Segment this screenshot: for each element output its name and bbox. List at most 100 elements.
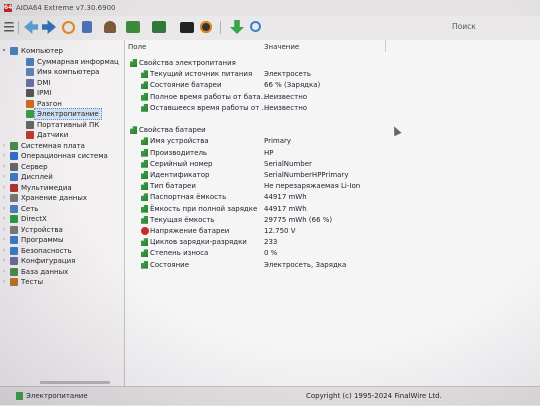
field-label: Текущий источник питания <box>150 70 253 79</box>
search-icon[interactable] <box>250 21 261 32</box>
motherboard2-icon[interactable] <box>152 21 166 33</box>
network-icon <box>10 204 18 213</box>
tree-item-directx[interactable]: › DirectX <box>0 214 124 224</box>
toolbar-separator <box>18 21 19 34</box>
property-row[interactable]: Тип батареи Не перезаряжаемая Li-Ion <box>125 181 540 191</box>
expand-arrow-icon[interactable]: › <box>0 246 8 256</box>
horizontal-scrollbar[interactable] <box>40 381 110 384</box>
benchmark-icon[interactable] <box>200 21 212 33</box>
battery-icon <box>141 103 148 112</box>
download-icon[interactable] <box>230 20 244 34</box>
battery-icon <box>130 126 137 135</box>
tree-item-motherboard[interactable]: › Системная плата <box>0 141 124 151</box>
expand-arrow-icon[interactable]: › <box>0 256 8 266</box>
expand-arrow-icon[interactable]: › <box>0 183 8 193</box>
tree-item-label: Устройства <box>21 225 63 234</box>
tree-item-multimedia[interactable]: › Мультимедиа <box>0 183 124 193</box>
tree-item-ipmi[interactable]: IPMI <box>0 88 124 98</box>
expand-arrow-icon[interactable]: › <box>0 193 8 203</box>
battery-icon <box>130 59 137 67</box>
search-input[interactable]: Поиск <box>452 22 536 34</box>
tree-item-computer[interactable]: ▾ Компьютер <box>0 46 124 56</box>
expand-arrow-icon[interactable]: › <box>0 225 8 235</box>
collapse-arrow-icon[interactable]: ▾ <box>0 46 8 56</box>
tree-item-dmi[interactable]: DMI <box>0 78 124 88</box>
property-row[interactable]: Производитель HP <box>125 148 540 158</box>
tree-item-storage[interactable]: › Хранение данных <box>0 193 124 203</box>
expand-arrow-icon[interactable]: › <box>0 172 8 182</box>
warning-icon <box>141 227 149 235</box>
section-header[interactable]: Свойства батареи <box>125 125 540 135</box>
tree-item-devices[interactable]: › Устройства <box>0 225 124 235</box>
field-label: Паспортная ёмкость <box>150 193 227 202</box>
tree-item-label: Датчики <box>37 131 69 139</box>
property-row[interactable]: Серийный номер SerialNumber <box>125 159 540 169</box>
property-row[interactable]: Имя устройства Primary <box>125 136 540 146</box>
tree-item-security[interactable]: › Безопасность <box>0 246 124 256</box>
server-icon <box>10 162 18 171</box>
tree-item-database[interactable]: › База данных <box>0 267 124 277</box>
expand-arrow-icon[interactable]: › <box>0 235 8 245</box>
property-row[interactable]: Полное время работы от бата... Неизвестно <box>125 92 540 102</box>
osd-icon[interactable] <box>180 22 194 33</box>
property-row[interactable]: Ёмкость при полной зарядке 44917 mWh <box>125 204 540 214</box>
tree-item-overclock[interactable]: Разгон <box>0 99 124 109</box>
property-row[interactable]: Напряжение батареи 12.750 V <box>125 226 540 236</box>
back-icon[interactable] <box>24 20 38 34</box>
field-label: Степень износа <box>150 249 209 258</box>
tree-item-windows[interactable]: › Операционная система <box>0 151 124 161</box>
field-label: Напряжение батареи <box>150 227 230 235</box>
property-row[interactable]: Текущий источник питания Электросеть <box>125 69 540 79</box>
field-value: Не перезаряжаемая Li-Ion <box>264 182 361 191</box>
field-label: Ёмкость при полной зарядке <box>150 204 258 213</box>
expand-arrow-icon[interactable]: › <box>0 214 8 224</box>
tree-item-programs[interactable]: › Программы <box>0 235 124 245</box>
tree-item-computer-name[interactable]: Имя компьютера <box>0 67 124 77</box>
expand-arrow-icon[interactable]: › <box>0 267 8 277</box>
property-row[interactable]: Состояние батареи 66 % (Зарядка) <box>125 80 540 90</box>
tree-item-network[interactable]: › Сеть <box>0 204 124 214</box>
property-row[interactable]: Идентификатор SerialNumberHPPrimary <box>125 170 540 180</box>
window-title: AIDA64 Extreme v7.30.6900 <box>16 4 116 12</box>
section-label: Свойства электропитания <box>139 59 236 67</box>
tree-item-config[interactable]: › Конфигурация <box>0 256 124 266</box>
expand-arrow-icon[interactable]: › <box>0 151 8 161</box>
tree-item-sensor[interactable]: Датчики <box>0 130 124 140</box>
tree-item-label: Портативный ПК <box>37 120 100 129</box>
tree-item-display[interactable]: › Дисплей <box>0 172 124 182</box>
tree-item-label: Безопасность <box>21 246 72 255</box>
motherboard-icon <box>10 141 18 150</box>
column-header-value[interactable]: Значение <box>264 43 299 51</box>
property-row[interactable]: Оставшееся время работы от ... Неизвестно <box>125 103 540 113</box>
status-section: Электропитание <box>26 392 88 400</box>
user-icon[interactable] <box>104 21 116 33</box>
expand-arrow-icon[interactable]: › <box>0 141 8 151</box>
status-bar: Электропитание Copyright (c) 1995-2024 F… <box>0 386 540 406</box>
battery-icon <box>141 238 148 247</box>
section-header[interactable]: Свойства электропитания <box>125 58 540 68</box>
property-row[interactable]: Текущая ёмкость 29775 mWh (66 %) <box>125 215 540 225</box>
tree-item-power[interactable]: Электропитание <box>0 108 124 120</box>
report-icon[interactable] <box>82 21 92 33</box>
property-row[interactable]: Циклов зарядки-разрядки 233 <box>125 237 540 247</box>
expand-arrow-icon[interactable]: › <box>0 162 8 172</box>
column-divider[interactable] <box>385 40 386 52</box>
field-label: Циклов зарядки-разрядки <box>150 238 247 247</box>
forward-icon[interactable] <box>42 20 56 34</box>
refresh-icon[interactable] <box>62 21 75 34</box>
expand-arrow-icon[interactable]: › <box>0 277 8 287</box>
tree-item-server[interactable]: › Сервер <box>0 162 124 172</box>
property-row[interactable]: Степень износа 0 % <box>125 248 540 258</box>
tree-item-summary[interactable]: Суммарная информац <box>0 57 124 67</box>
column-header-field[interactable]: Поле <box>128 43 146 51</box>
property-row[interactable]: Паспортная ёмкость 44917 mWh <box>125 192 540 202</box>
property-row[interactable]: Состояние Электросеть, Зарядка <box>125 260 540 270</box>
tree-item-laptop[interactable]: Портативный ПК <box>0 120 124 130</box>
expand-arrow-icon[interactable]: › <box>0 204 8 214</box>
tree-item-tests[interactable]: › Тесты <box>0 277 124 287</box>
menu-icon[interactable] <box>4 22 14 32</box>
database-icon <box>10 267 18 276</box>
tree-item-label: Сеть <box>21 204 39 213</box>
motherboard-icon[interactable] <box>126 21 140 33</box>
tree-item-label: Тесты <box>21 278 44 286</box>
